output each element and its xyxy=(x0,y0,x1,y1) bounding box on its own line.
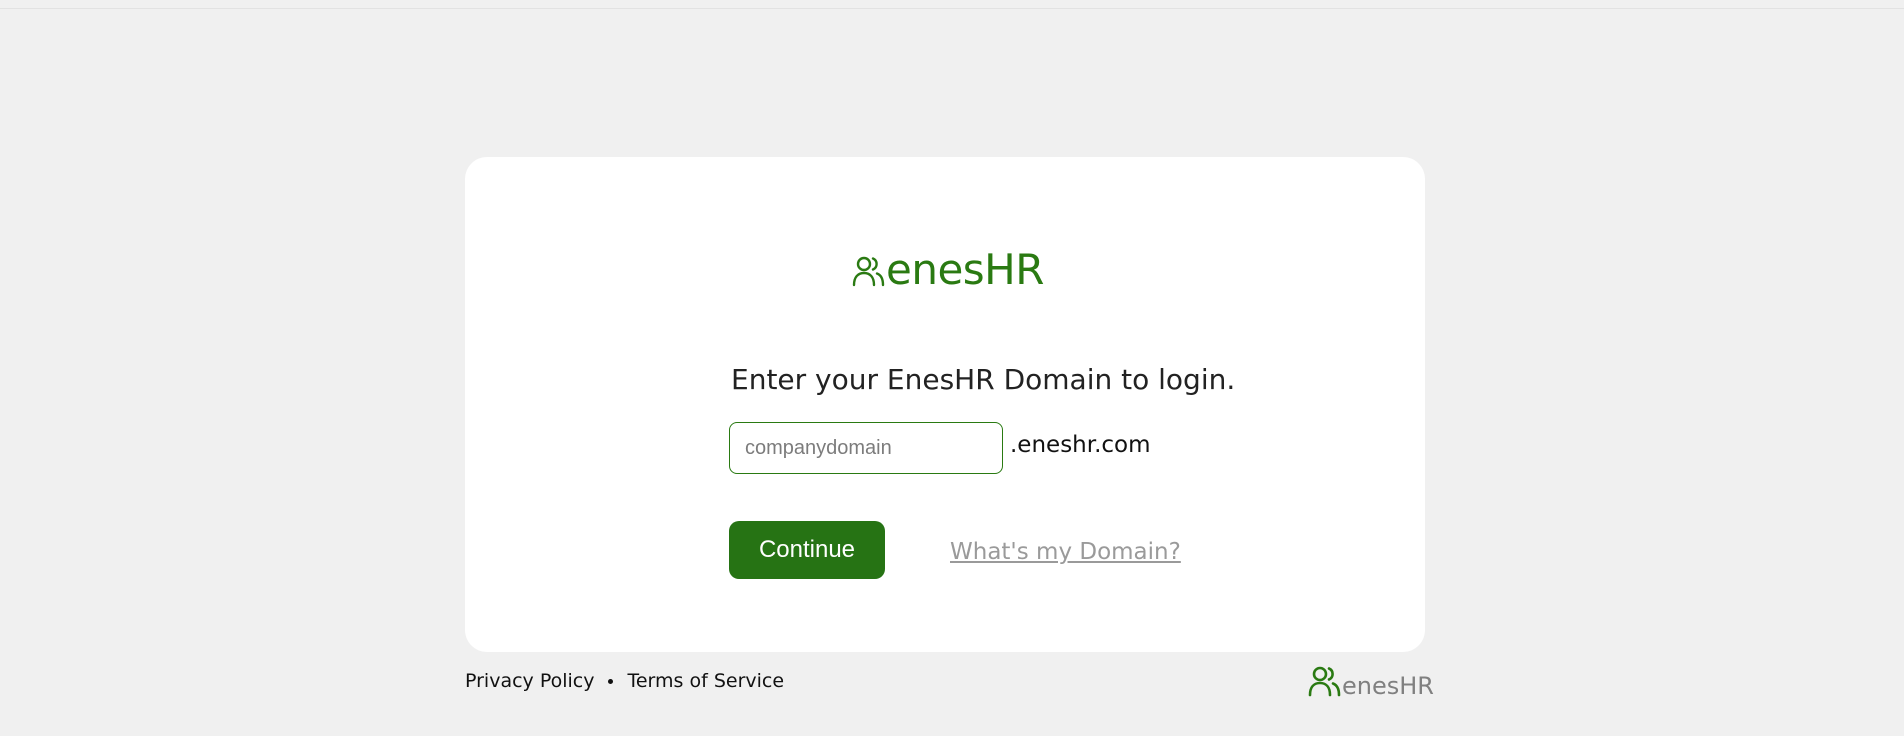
terms-of-service-link[interactable]: Terms of Service xyxy=(627,669,784,693)
brand-logo: enesHR xyxy=(852,243,1044,293)
domain-input[interactable] xyxy=(729,422,1003,474)
brand-logo-text: enesHR xyxy=(886,245,1044,294)
footer-links: Privacy Policy Terms of Service xyxy=(465,669,784,693)
domain-suffix: .eneshr.com xyxy=(1010,432,1151,458)
footer-separator xyxy=(608,678,614,684)
footer-logo-text: enesHR xyxy=(1342,672,1434,700)
continue-button[interactable]: Continue xyxy=(729,521,885,579)
top-divider xyxy=(0,8,1904,9)
privacy-policy-link[interactable]: Privacy Policy xyxy=(465,669,594,693)
people-icon xyxy=(1308,666,1341,697)
people-icon xyxy=(852,256,885,287)
login-card xyxy=(465,157,1425,652)
footer-logo: enesHR xyxy=(1308,662,1434,700)
whats-my-domain-link[interactable]: What's my Domain? xyxy=(950,537,1181,567)
login-prompt: Enter your EnesHR Domain to login. xyxy=(731,363,1236,396)
